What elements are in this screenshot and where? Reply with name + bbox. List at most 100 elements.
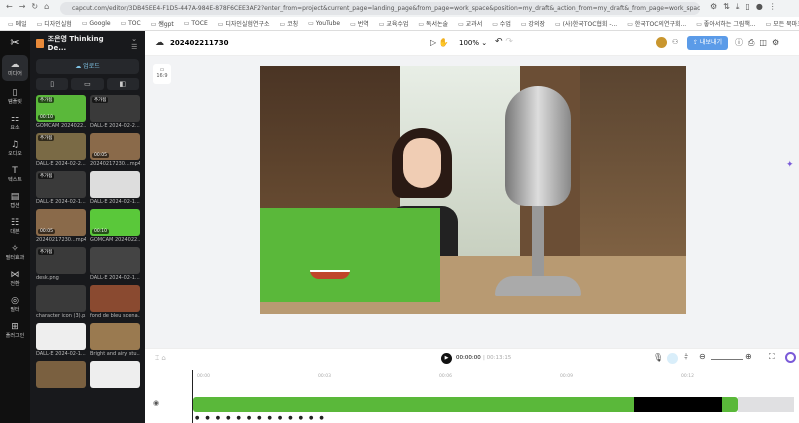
assistant-icon[interactable] bbox=[785, 352, 796, 363]
rail-label: 대본 bbox=[10, 228, 20, 235]
rail-item[interactable]: ⋈ 전환 bbox=[0, 265, 30, 291]
bookmark-item[interactable]: 독서논술 bbox=[418, 19, 448, 28]
rail-item[interactable]: ♫ 오디오 bbox=[0, 135, 30, 161]
video-clip[interactable] bbox=[193, 397, 738, 412]
green-screen-overlay[interactable] bbox=[260, 208, 440, 302]
bookmark-item[interactable]: YouTube bbox=[308, 20, 340, 27]
bookmark-item[interactable]: 메일 bbox=[8, 19, 27, 28]
export-button[interactable]: ⇪ 내보내기 bbox=[687, 36, 728, 50]
phone-upload-button[interactable]: ▯ bbox=[36, 78, 69, 90]
media-item[interactable]: fond de bleu scena... bbox=[90, 285, 140, 320]
time-tick: 00:09 bbox=[560, 374, 573, 379]
mic-icon[interactable]: 🎙 bbox=[653, 353, 663, 362]
ratio-button[interactable]: ▭ 16:9 bbox=[153, 64, 171, 84]
media-item[interactable]: DALL·E 2024-02-1... bbox=[90, 171, 140, 206]
ai-sparkle-icon[interactable]: ✦ bbox=[786, 160, 794, 170]
media-item[interactable]: 추가됨 DALL·E 2024-02-2... bbox=[90, 95, 140, 130]
record-button[interactable]: ▭ bbox=[71, 78, 104, 90]
bookmark-item[interactable]: 모든 북마크 bbox=[766, 19, 799, 28]
avatar[interactable] bbox=[656, 37, 667, 48]
media-name: Bright and airy stu... bbox=[90, 351, 140, 357]
media-thumbnail bbox=[90, 171, 140, 198]
rail-icon: ▯ bbox=[12, 87, 18, 98]
video-preview[interactable] bbox=[260, 66, 686, 314]
media-item[interactable] bbox=[36, 361, 86, 396]
media-item[interactable] bbox=[90, 361, 140, 396]
select-tool-icon[interactable]: ▷ ✋ bbox=[430, 38, 449, 47]
extension-icons[interactable]: ⚙⇅⤓▯●⋮ bbox=[710, 2, 783, 12]
playhead[interactable] bbox=[192, 370, 193, 423]
rail-item[interactable]: ☷ 대본 bbox=[0, 213, 30, 239]
project-title[interactable]: 202402211730 bbox=[170, 39, 228, 47]
added-badge: 추가됨 bbox=[38, 97, 55, 103]
bookmark-item[interactable]: TOC bbox=[121, 20, 141, 27]
media-item[interactable]: 추가됨 DALL·E 2024-02-2... bbox=[36, 133, 86, 168]
media-item[interactable]: 00:10 GOMCAM 2024022... bbox=[90, 209, 140, 244]
rail-item[interactable]: ◎ 필터 bbox=[0, 291, 30, 317]
bookmark-item[interactable]: 디자인실험연구소 bbox=[218, 19, 269, 28]
upload-button[interactable]: ☁ 업로드 bbox=[36, 59, 139, 74]
play-button[interactable]: ▶ bbox=[441, 353, 452, 364]
bookmark-item[interactable]: TOCE bbox=[184, 20, 207, 27]
rail-item[interactable]: ✧ 필터효과 bbox=[0, 239, 30, 265]
rail-item[interactable]: T 텍스트 bbox=[0, 161, 30, 187]
share-user-icon[interactable]: ⚇ bbox=[672, 38, 678, 46]
link-toggle[interactable] bbox=[667, 353, 678, 364]
zoom-select[interactable]: 100% ⌄ bbox=[459, 39, 487, 47]
added-badge: 추가됨 bbox=[92, 97, 109, 103]
time-tick: 00:00 bbox=[197, 374, 210, 379]
media-item[interactable]: DALL·E 2024-02-1... bbox=[36, 323, 86, 358]
clip-thumbnails bbox=[634, 397, 722, 412]
rail-icon: T bbox=[12, 165, 18, 176]
rail-item[interactable]: ⚏ 요소 bbox=[0, 109, 30, 135]
bookmark-item[interactable]: 한국TOC의연구회... bbox=[627, 19, 686, 28]
project-name[interactable]: 조은영 Thinking De... bbox=[48, 34, 121, 52]
split-icon[interactable]: ⌶ ⌂ bbox=[155, 354, 166, 363]
bookmark-item[interactable]: 코칭 bbox=[280, 19, 298, 28]
added-badge: 추가됨 bbox=[38, 173, 55, 179]
rail-item[interactable]: ▤ 캡션 bbox=[0, 187, 30, 213]
media-item[interactable]: character icon (3).p... bbox=[36, 285, 86, 320]
bookmark-item[interactable]: 번역 bbox=[350, 19, 369, 28]
rail-icon: ✧ bbox=[11, 243, 19, 254]
media-item[interactable]: DALL·E 2024-02-1... bbox=[90, 247, 140, 282]
media-item[interactable]: Bright and airy stu... bbox=[90, 323, 140, 358]
media-thumbnail bbox=[90, 247, 140, 274]
undo-icon[interactable]: ↶ ↷ bbox=[495, 37, 513, 47]
rail-item[interactable]: ▯ 템플릿 bbox=[0, 83, 30, 109]
bookmark-item[interactable]: (사)한국TOC협회 -... bbox=[555, 19, 618, 28]
zoom-out-icon[interactable]: ⊖ bbox=[699, 352, 706, 361]
rail-item[interactable]: ☁ 미디어 bbox=[2, 55, 28, 81]
total-time: | 00:13:15 bbox=[483, 355, 512, 361]
media-thumbnail bbox=[90, 323, 140, 350]
media-panel: 조은영 Thinking De... ⌄ ☰ ☁ 업로드 ▯ ▭ ◧ 추가됨 00:10… bbox=[30, 31, 145, 423]
rail-item[interactable]: ⊞ 플러그인 bbox=[0, 317, 30, 343]
media-thumbnail: 추가됨 bbox=[36, 247, 86, 274]
zoom-in-icon[interactable]: ⊕ bbox=[745, 352, 752, 361]
bookmark-item[interactable]: Google bbox=[82, 20, 110, 27]
snap-icon[interactable]: ⫩ bbox=[684, 353, 688, 362]
media-item[interactable]: 00:05 20240217230...mp4 bbox=[36, 209, 86, 244]
bookmark-item[interactable]: 수업 bbox=[492, 19, 511, 28]
bookmark-item[interactable]: 교과서 bbox=[458, 19, 483, 28]
url-bar[interactable]: capcut.com/editor/3DB45EE4-F1D5-447A-984… bbox=[60, 2, 700, 15]
audio-track-icon[interactable]: ◉ bbox=[153, 399, 159, 407]
media-item[interactable]: 추가됨 DALL·E 2024-02-1... bbox=[36, 171, 86, 206]
fit-icon[interactable]: ⛶ bbox=[769, 352, 775, 362]
media-item[interactable]: 추가됨 desk.png bbox=[36, 247, 86, 282]
track-empty bbox=[738, 397, 794, 412]
media-item[interactable]: 00:05 20240217230...mp4 bbox=[90, 133, 140, 168]
zoom-slider[interactable] bbox=[711, 359, 743, 360]
mic-stand bbox=[532, 206, 544, 276]
bookmark-item[interactable]: 쌤gpt bbox=[151, 19, 174, 28]
nav-icons[interactable]: ←→↻⌂ bbox=[6, 2, 55, 11]
duration: 00:10 bbox=[38, 115, 55, 120]
bookmark-item[interactable]: 디자인실험 bbox=[37, 19, 72, 28]
media-item[interactable]: 추가됨 00:10 GOMCAM 2024022... bbox=[36, 95, 86, 130]
header-icons[interactable]: ⓘ⎙◫⚙ bbox=[735, 37, 784, 48]
bookmark-item[interactable]: 좋아서하는 그림책... bbox=[696, 19, 756, 28]
screen-record-button[interactable]: ◧ bbox=[106, 78, 139, 90]
rail-icon: ⋈ bbox=[10, 269, 20, 280]
bookmark-item[interactable]: 교육수업 bbox=[379, 19, 408, 28]
bookmark-item[interactable]: 강의장 bbox=[521, 19, 545, 28]
